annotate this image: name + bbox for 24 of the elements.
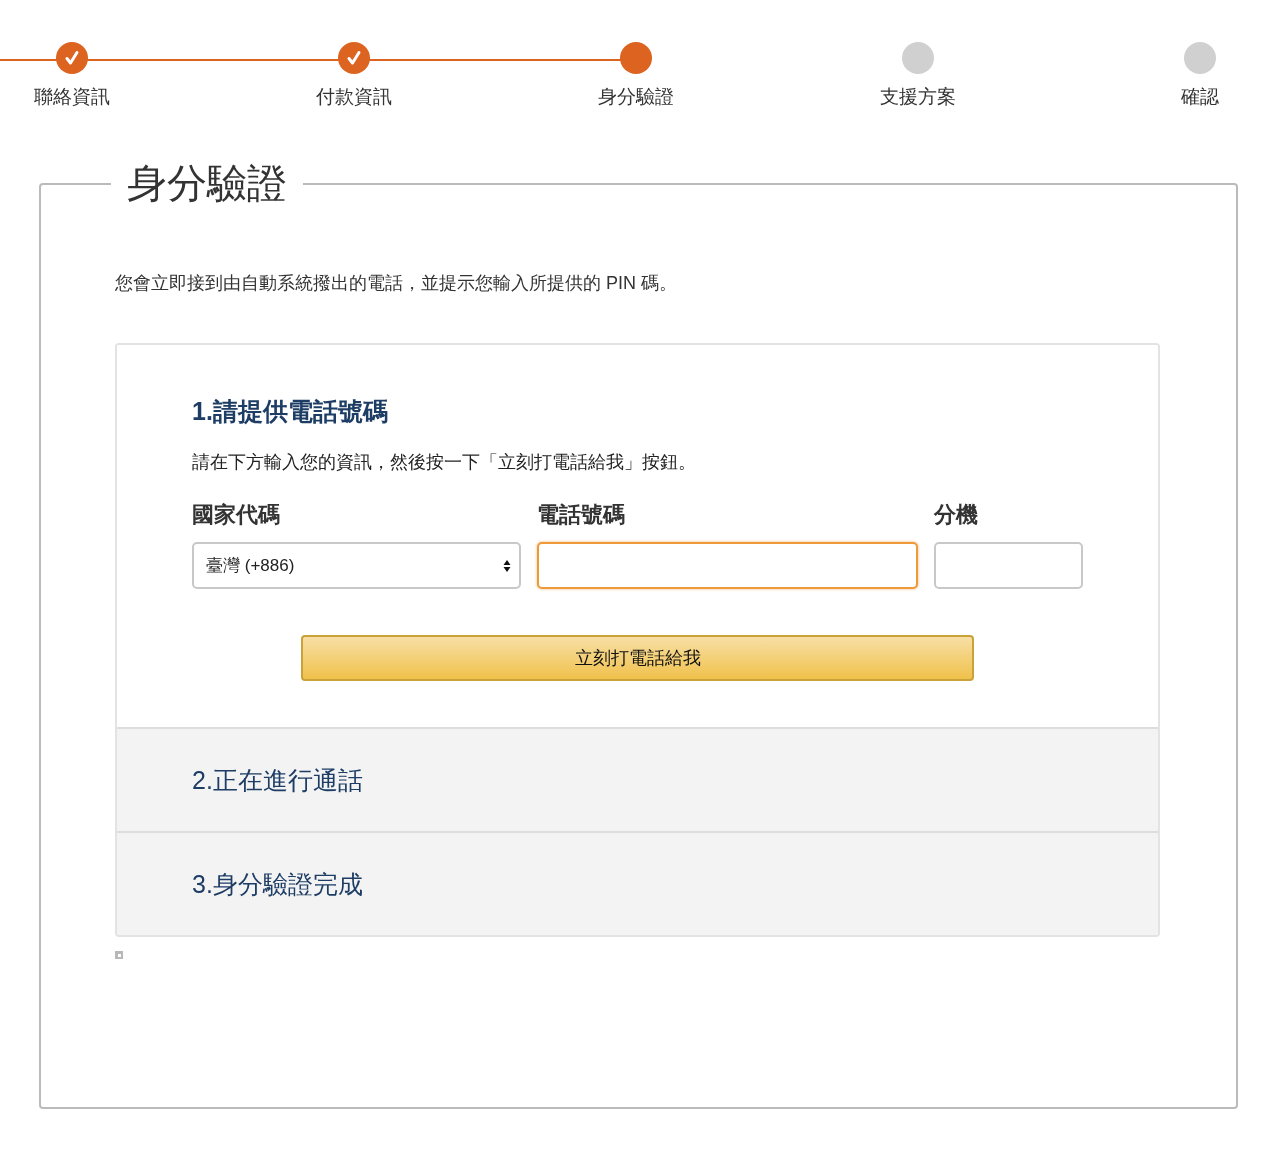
step-label: 身分驗證	[598, 85, 674, 109]
field-label: 國家代碼	[192, 501, 281, 529]
section-title: 2.正在進行通話	[192, 764, 363, 796]
step-label: 聯絡資訊	[34, 85, 110, 109]
accordion-section[interactable]: 2.正在進行通話	[117, 727, 1158, 831]
country-select[interactable]: 臺灣 (+886)	[192, 542, 521, 589]
check-icon	[346, 50, 362, 66]
field-label: 電話號碼	[537, 501, 626, 529]
step-label: 確認	[1181, 85, 1219, 109]
section-title: 3.身分驗證完成	[192, 868, 363, 900]
call-me-button[interactable]: 立刻打電話給我	[301, 635, 974, 681]
step-label: 支援方案	[880, 85, 956, 109]
check-icon	[64, 50, 80, 66]
updown-arrows-icon	[503, 558, 511, 573]
section-title: 1.請提供電話號碼	[192, 396, 389, 427]
input-field[interactable]	[934, 542, 1083, 589]
description: 您會立即接到由自動系統撥出的電話，並提示您輸入所提供的 PIN 碼。	[115, 272, 678, 295]
accordion-section[interactable]: 3.身分驗證完成	[117, 831, 1158, 935]
field-label: 分機	[934, 501, 979, 529]
instruction-text: 請在下方輸入您的資訊，然後按一下「立刻打電話給我」按鈕。	[192, 451, 697, 474]
page-title: 身分驗證	[126, 160, 288, 207]
input-field[interactable]	[537, 542, 918, 589]
step-label: 付款資訊	[316, 85, 392, 109]
square-icon	[115, 951, 123, 959]
